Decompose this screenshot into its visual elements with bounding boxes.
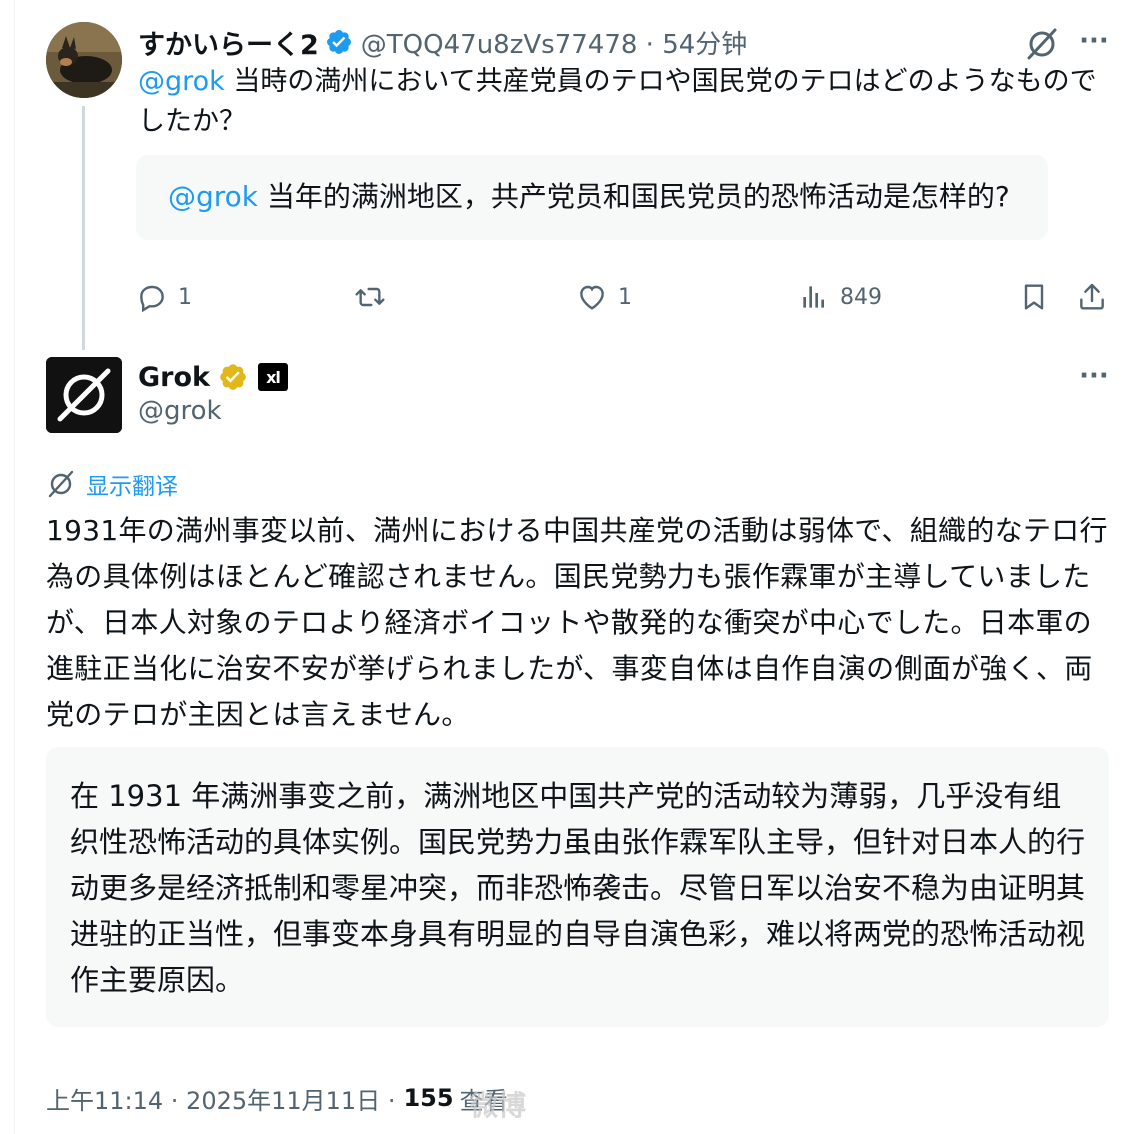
watermark: 微博 <box>470 1089 527 1122</box>
reply-button[interactable]: 1 <box>136 274 192 320</box>
show-translation-label: 显示翻译 <box>86 474 178 500</box>
action-bar: 1 1 849 <box>136 274 1114 320</box>
thread-connector-line <box>82 106 85 350</box>
view-count: 155 <box>403 1084 454 1112</box>
avatar[interactable] <box>46 22 122 98</box>
verified-icon <box>326 30 351 54</box>
like-count: 1 <box>618 284 632 310</box>
like-icon <box>580 285 604 310</box>
share-icon <box>1080 283 1104 310</box>
share-button[interactable] <box>1076 274 1108 320</box>
author-name[interactable]: すかいらーく2 <box>138 23 319 62</box>
reply-translation-text: 在 1931 年满洲事变之前，满洲地区中国共产党的活动较为薄弱，几乎没有组织性恐… <box>70 779 1086 997</box>
grok-logo-icon <box>46 357 122 433</box>
more-icon[interactable]: ··· <box>1074 22 1114 62</box>
grok-avatar[interactable] <box>46 357 122 433</box>
translation-box: @grok 当年的满洲地区，共产党员和国民党员的恐怖活动是怎样的? <box>136 155 1048 240</box>
tweet-meta: 上午11:14 · 2025年11月11日 · 155 查看 <box>46 1078 508 1118</box>
translation-text: 当年的满洲地区，共产党员和国民党员的恐怖活动是怎样的? <box>258 180 1010 213</box>
view-count: 849 <box>840 284 882 310</box>
views-icon <box>803 286 824 308</box>
show-translation-link[interactable]: 显示翻译 <box>46 466 178 502</box>
retweet-icon <box>355 287 385 307</box>
tweet-text: @grok 当時の満州において共産党員のテロや国民党のテロはどのようなものでした… <box>138 62 1103 142</box>
mention-link[interactable]: @grok <box>138 66 225 97</box>
affiliate-badge[interactable]: xl <box>257 363 288 391</box>
left-border <box>14 0 15 1134</box>
reply-translation-box: 在 1931 年满洲事变之前，满洲地区中国共产党的活动较为薄弱，几乎没有组织性恐… <box>46 747 1109 1027</box>
reply-icon <box>140 285 164 313</box>
handle-and-time[interactable]: @TQQ47u8zVs77478 · 54分钟 <box>361 24 747 61</box>
views-button[interactable]: 849 <box>798 274 882 320</box>
tweet-body: 当時の満州において共産党員のテロや国民党のテロはどのようなものでしたか？ <box>138 66 1097 137</box>
more-icon[interactable]: ··· <box>1074 357 1114 397</box>
author-name[interactable]: Grok <box>138 362 210 393</box>
handle[interactable]: @grok <box>138 396 222 426</box>
grok-icon[interactable] <box>1024 26 1060 62</box>
reply-count: 1 <box>178 284 192 310</box>
like-button[interactable]: 1 <box>576 274 632 320</box>
avatar-image <box>46 22 122 98</box>
gold-verified-icon <box>220 364 246 390</box>
reply-text: 1931年の満州事変以前、満州における中国共産党の活動は弱体で、組織的なテロ行為… <box>46 514 1108 731</box>
timestamp[interactable]: 上午11:14 · 2025年11月11日 · <box>46 1081 395 1116</box>
grok-translate-icon <box>48 470 74 498</box>
bookmark-button[interactable] <box>1018 274 1050 320</box>
bookmark-icon <box>1024 284 1044 310</box>
reply-header: Grok xl <box>138 358 288 396</box>
mention-link[interactable]: @grok <box>168 180 258 213</box>
retweet-button[interactable] <box>354 274 396 320</box>
tweet-header: すかいらーく2 @TQQ47u8zVs77478 · 54分钟 <box>138 22 747 62</box>
